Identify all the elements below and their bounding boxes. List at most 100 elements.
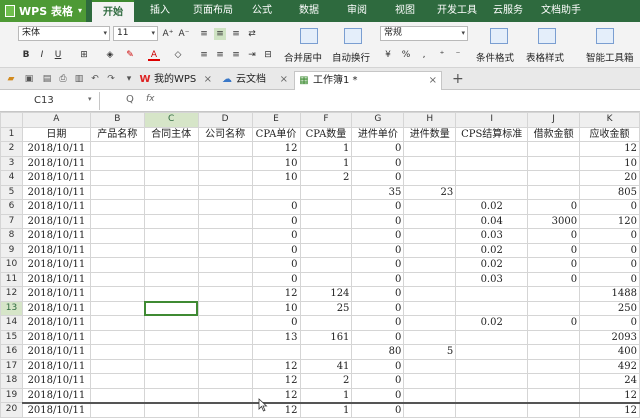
- new-tab-icon[interactable]: +: [452, 72, 464, 86]
- export-icon[interactable]: ▥: [74, 74, 84, 84]
- column-header-g[interactable]: G: [351, 112, 405, 128]
- cell[interactable]: 12: [251, 358, 301, 374]
- cell[interactable]: [299, 213, 353, 229]
- cell[interactable]: 2018/10/11: [21, 286, 91, 302]
- zoom-icon[interactable]: Q: [126, 94, 134, 105]
- cell[interactable]: 0.02: [455, 242, 529, 258]
- cell[interactable]: 0: [251, 257, 301, 273]
- merge-center-button[interactable]: 合并居中: [284, 50, 322, 64]
- cell[interactable]: [143, 387, 199, 404]
- cell[interactable]: 80: [351, 344, 405, 360]
- cell[interactable]: [403, 300, 457, 316]
- cell[interactable]: 0: [351, 329, 405, 345]
- cell[interactable]: 2: [299, 170, 353, 186]
- cell[interactable]: [527, 286, 581, 302]
- cell[interactable]: [197, 315, 253, 331]
- cell[interactable]: 12: [579, 387, 640, 404]
- cell[interactable]: [89, 373, 145, 389]
- cell[interactable]: 492: [579, 358, 640, 374]
- cell[interactable]: 0: [251, 242, 301, 258]
- cell[interactable]: 0.03: [455, 228, 529, 244]
- cell[interactable]: 3000: [527, 213, 581, 229]
- cell[interactable]: [89, 257, 145, 273]
- tab-home[interactable]: 开始: [92, 0, 134, 22]
- cell[interactable]: 0: [527, 271, 581, 287]
- cell[interactable]: [455, 402, 529, 418]
- cell[interactable]: 24: [579, 373, 640, 389]
- row-header[interactable]: 20: [0, 402, 23, 418]
- cell[interactable]: [89, 387, 145, 404]
- cell[interactable]: 借款金额: [527, 126, 581, 142]
- cell[interactable]: [455, 358, 529, 374]
- row-header[interactable]: 13: [0, 300, 23, 316]
- column-header-d[interactable]: D: [197, 112, 253, 128]
- border-icon[interactable]: ⊞: [78, 49, 90, 61]
- save-icon[interactable]: ▣: [24, 74, 34, 84]
- cell[interactable]: 23: [403, 184, 457, 200]
- tab-cloud[interactable]: 云服务: [488, 0, 528, 22]
- cell[interactable]: 0: [579, 271, 640, 287]
- cell[interactable]: [299, 344, 353, 360]
- cell[interactable]: [89, 286, 145, 302]
- cell[interactable]: [143, 141, 199, 157]
- cell[interactable]: [403, 329, 457, 345]
- cell[interactable]: [403, 286, 457, 302]
- cell[interactable]: 2018/10/11: [21, 271, 91, 287]
- cell[interactable]: [89, 402, 145, 418]
- cell[interactable]: 2018/10/11: [21, 402, 91, 418]
- cell[interactable]: 0: [251, 213, 301, 229]
- cell[interactable]: [197, 199, 253, 215]
- chevron-down-icon[interactable]: ▾: [88, 95, 92, 103]
- select-all-corner[interactable]: [0, 112, 23, 128]
- cell[interactable]: [197, 228, 253, 244]
- cell[interactable]: 0: [527, 257, 581, 273]
- cond-format-button[interactable]: 条件格式: [476, 50, 514, 64]
- cell[interactable]: 0: [527, 315, 581, 331]
- cell[interactable]: 2018/10/11: [21, 184, 91, 200]
- wrap-text-icon[interactable]: [344, 28, 362, 44]
- cell[interactable]: 0: [351, 286, 405, 302]
- cell[interactable]: 0: [351, 170, 405, 186]
- cell[interactable]: [527, 344, 581, 360]
- cell[interactable]: [197, 271, 253, 287]
- cell[interactable]: [89, 141, 145, 157]
- cell[interactable]: 0.04: [455, 213, 529, 229]
- cell[interactable]: [527, 141, 581, 157]
- cell[interactable]: [143, 155, 199, 171]
- cell[interactable]: 5: [403, 344, 457, 360]
- cell[interactable]: [143, 344, 199, 360]
- chevron-down-icon[interactable]: ▾: [124, 74, 134, 84]
- cell[interactable]: 2: [299, 373, 353, 389]
- cell[interactable]: 400: [579, 344, 640, 360]
- cell[interactable]: 0: [579, 242, 640, 258]
- cell[interactable]: [89, 184, 145, 200]
- cell[interactable]: [403, 199, 457, 215]
- cell[interactable]: [403, 387, 457, 404]
- cell[interactable]: 0: [579, 315, 640, 331]
- row-header[interactable]: 11: [0, 271, 23, 287]
- cell[interactable]: [403, 141, 457, 157]
- font-color-button[interactable]: A: [148, 49, 160, 61]
- cell[interactable]: 10: [251, 170, 301, 186]
- column-header-c[interactable]: C: [143, 112, 199, 128]
- cell[interactable]: [197, 358, 253, 374]
- row-header[interactable]: 7: [0, 213, 23, 229]
- tab-view[interactable]: 视图: [388, 0, 422, 22]
- smart-toolbox-icon[interactable]: [596, 28, 614, 44]
- cell[interactable]: [89, 300, 145, 316]
- close-icon[interactable]: ×: [280, 71, 288, 89]
- cell[interactable]: [143, 170, 199, 186]
- italic-button[interactable]: I: [36, 49, 48, 61]
- print-icon[interactable]: ⎙: [58, 74, 68, 84]
- align-bottom-icon[interactable]: ≡: [230, 28, 242, 40]
- row-header[interactable]: 18: [0, 373, 23, 389]
- fill-color-icon[interactable]: ◈: [104, 49, 116, 61]
- orientation-icon[interactable]: ⇄: [246, 28, 258, 40]
- cell[interactable]: [403, 242, 457, 258]
- cell[interactable]: [197, 141, 253, 157]
- cell[interactable]: 2018/10/11: [21, 257, 91, 273]
- cell[interactable]: [299, 184, 353, 200]
- cell[interactable]: 0: [351, 387, 405, 404]
- percent-icon[interactable]: %: [400, 49, 412, 61]
- format-painter-icon[interactable]: ◇: [172, 49, 184, 61]
